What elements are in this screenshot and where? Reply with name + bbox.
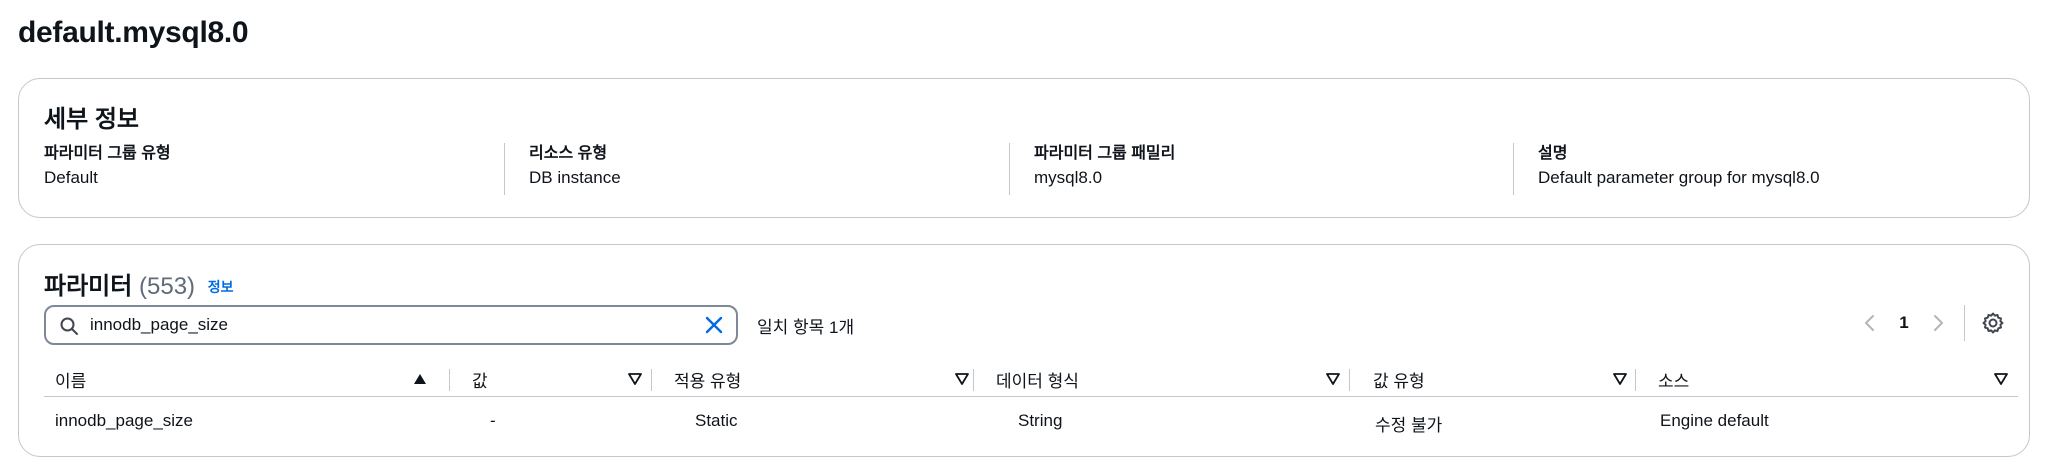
cell-name: innodb_page_size xyxy=(55,411,194,430)
column-header-source[interactable]: 소스 xyxy=(1658,361,2018,397)
pagination: 1 xyxy=(1856,303,2009,343)
table-header: 이름 값 적용 유형 데이터 형식 값 유형 소스 xyxy=(44,361,2018,397)
column-header-data-type[interactable]: 데이터 형식 xyxy=(996,361,1350,397)
column-separator xyxy=(1349,369,1350,391)
cell-source: Engine default xyxy=(1660,411,1769,430)
detail-parameter-group-type: 파라미터 그룹 유형 Default xyxy=(44,143,171,195)
chevron-right-icon xyxy=(1934,315,1943,331)
info-link[interactable]: 정보 xyxy=(208,279,234,295)
match-count: 일치 항목 1개 xyxy=(757,318,855,337)
cell-apply-type: Static xyxy=(695,411,738,430)
detail-value: DB instance xyxy=(529,168,621,187)
gear-icon xyxy=(1982,312,2004,334)
cell-value-type: 수정 불가 xyxy=(1375,416,1443,435)
cell-data-type: String xyxy=(1018,411,1063,430)
parameters-heading-label: 파라미터 xyxy=(44,273,133,300)
details-panel: 세부 정보 파라미터 그룹 유형 Default 리소스 유형 DB insta… xyxy=(18,78,2030,218)
column-header-label: 값 유형 xyxy=(1373,371,1425,391)
detail-label: 파라미터 그룹 유형 xyxy=(44,145,171,162)
column-header-label: 소스 xyxy=(1658,371,1690,391)
next-page-button[interactable] xyxy=(1924,309,1952,337)
column-header-value-type[interactable]: 값 유형 xyxy=(1373,361,1637,397)
sort-descending-icon xyxy=(1994,373,2008,385)
sort-descending-icon xyxy=(628,373,642,385)
details-heading: 세부 정보 xyxy=(44,106,139,133)
column-separator xyxy=(651,369,652,391)
previous-page-button[interactable] xyxy=(1856,309,1884,337)
column-header-label: 데이터 형식 xyxy=(996,371,1079,391)
sort-descending-icon xyxy=(955,373,969,385)
sort-descending-icon xyxy=(1613,373,1627,385)
detail-label: 파라미터 그룹 패밀리 xyxy=(1034,145,1176,162)
chevron-left-icon xyxy=(1865,315,1874,331)
pagination-divider xyxy=(1964,305,1965,341)
parameters-panel: 파라미터 (553) 정보 일치 항목 1개 1 xyxy=(18,244,2030,457)
close-icon[interactable] xyxy=(704,315,724,335)
table-row[interactable]: innodb_page_size - Static String 수정 불가 E… xyxy=(44,397,2018,445)
page-title: default.mysql8.0 xyxy=(18,16,249,49)
detail-value: Default parameter group for mysql8.0 xyxy=(1538,168,1820,187)
detail-parameter-group-family: 파라미터 그룹 패밀리 mysql8.0 xyxy=(1009,143,1175,195)
page-number[interactable]: 1 xyxy=(1884,313,1924,333)
parameters-table: 이름 값 적용 유형 데이터 형식 값 유형 소스 innodb_page_si… xyxy=(44,361,2018,445)
detail-label: 설명 xyxy=(1538,145,1568,162)
detail-resource-type: 리소스 유형 DB instance xyxy=(504,143,621,195)
parameters-count: (553) xyxy=(139,273,196,300)
column-header-value[interactable]: 값 xyxy=(472,361,652,397)
column-header-apply-type[interactable]: 적용 유형 xyxy=(674,361,979,397)
column-header-label: 이름 xyxy=(55,371,87,391)
search-input[interactable] xyxy=(90,313,690,337)
sort-descending-icon xyxy=(1326,373,1340,385)
detail-value: Default xyxy=(44,168,98,187)
column-separator xyxy=(1635,369,1636,391)
preferences-button[interactable] xyxy=(1977,307,2009,339)
detail-value: mysql8.0 xyxy=(1034,168,1103,187)
column-header-name[interactable]: 이름 xyxy=(55,361,437,397)
search-box xyxy=(44,305,738,345)
cell-value: - xyxy=(490,411,496,430)
column-separator xyxy=(449,369,450,391)
parameters-heading: 파라미터 (553) 정보 xyxy=(44,266,233,301)
sort-ascending-icon xyxy=(414,374,426,384)
column-separator xyxy=(973,369,974,391)
column-header-label: 적용 유형 xyxy=(674,371,742,391)
search-icon xyxy=(60,317,78,335)
detail-description: 설명 Default parameter group for mysql8.0 xyxy=(1513,143,1820,195)
column-header-label: 값 xyxy=(472,371,488,391)
detail-label: 리소스 유형 xyxy=(529,145,608,162)
